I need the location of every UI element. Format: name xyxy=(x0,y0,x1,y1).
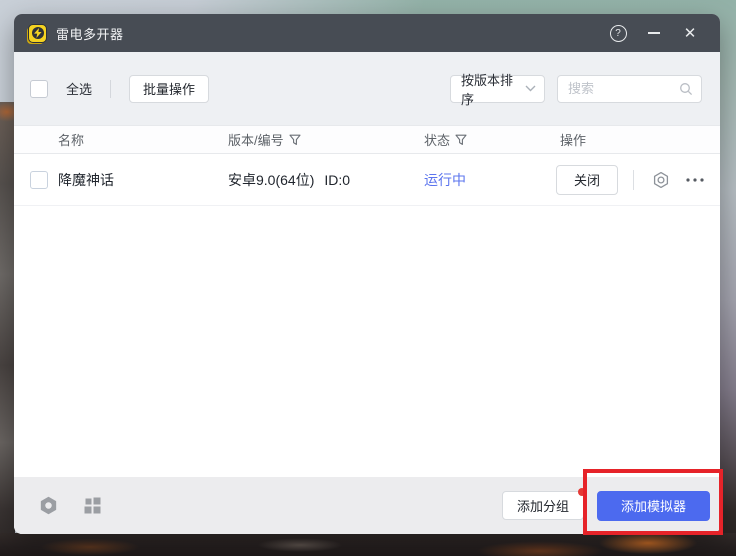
global-settings-button[interactable] xyxy=(36,494,60,518)
search-box[interactable] xyxy=(557,75,702,103)
funnel-filter-icon[interactable] xyxy=(455,134,467,146)
more-dots-icon xyxy=(685,177,705,183)
add-group-button[interactable]: 添加分组 xyxy=(502,491,584,520)
toolbar: 全选 批量操作 按版本排序 xyxy=(14,52,720,125)
window-title: 雷电多开器 xyxy=(56,24,124,43)
instance-status: 运行中 xyxy=(424,170,560,190)
chevron-down-icon xyxy=(525,85,536,92)
actions-divider xyxy=(633,170,634,190)
select-all-label: 全选 xyxy=(66,79,92,98)
wallpaper-rocks-left xyxy=(0,102,15,556)
column-header-name: 名称 xyxy=(58,130,228,149)
app-lightning-icon xyxy=(28,24,47,43)
select-all-checkbox[interactable] xyxy=(30,80,48,98)
instance-id: ID:0 xyxy=(324,172,350,188)
minimize-icon xyxy=(648,32,660,34)
sort-dropdown-value: 按版本排序 xyxy=(461,70,525,108)
instance-name: 降魔神话 xyxy=(58,170,228,190)
column-header-version: 版本/编号 xyxy=(228,130,424,149)
titlebar[interactable]: 雷电多开器 ? ✕ xyxy=(14,14,720,52)
row-actions: 关闭 xyxy=(556,165,707,195)
sort-dropdown[interactable]: 按版本排序 xyxy=(450,75,545,103)
table-header: 名称 版本/编号 状态 操作 xyxy=(14,125,720,154)
search-icon xyxy=(679,82,693,96)
grid-layout-icon xyxy=(84,497,101,514)
gear-icon xyxy=(38,495,59,516)
minimize-button[interactable] xyxy=(640,19,668,47)
ldplayer-multi-instance-window: 雷电多开器 ? ✕ 全选 批量操作 按版本排序 xyxy=(14,14,720,534)
help-icon: ? xyxy=(610,25,627,42)
column-header-status: 状态 xyxy=(424,130,560,149)
search-input[interactable] xyxy=(568,81,679,96)
footer-bar: 添加分组 添加模拟器 xyxy=(14,477,720,534)
close-button[interactable]: ✕ xyxy=(676,19,704,47)
row-checkbox[interactable] xyxy=(30,171,48,189)
column-header-action: 操作 xyxy=(560,130,586,149)
instance-row[interactable]: 降魔神话 安卓9.0(64位)ID:0 运行中 关闭 xyxy=(14,154,720,206)
close-icon: ✕ xyxy=(684,24,697,42)
batch-operations-button[interactable]: 批量操作 xyxy=(129,75,209,103)
instance-settings-button[interactable] xyxy=(649,168,673,192)
grid-layout-button[interactable] xyxy=(80,494,104,518)
instance-list: 降魔神话 安卓9.0(64位)ID:0 运行中 关闭 xyxy=(14,154,720,477)
instance-version: 安卓9.0(64位)ID:0 xyxy=(228,170,424,190)
notification-dot xyxy=(578,488,586,496)
toolbar-divider xyxy=(110,80,111,98)
funnel-filter-icon[interactable] xyxy=(289,134,301,146)
wallpaper-rocks-bottom xyxy=(0,533,736,556)
more-actions-button[interactable] xyxy=(683,168,707,192)
add-emulator-button[interactable]: 添加模拟器 xyxy=(597,491,710,521)
help-button[interactable]: ? xyxy=(604,19,632,47)
close-instance-button[interactable]: 关闭 xyxy=(556,165,618,195)
gear-icon xyxy=(651,170,671,190)
